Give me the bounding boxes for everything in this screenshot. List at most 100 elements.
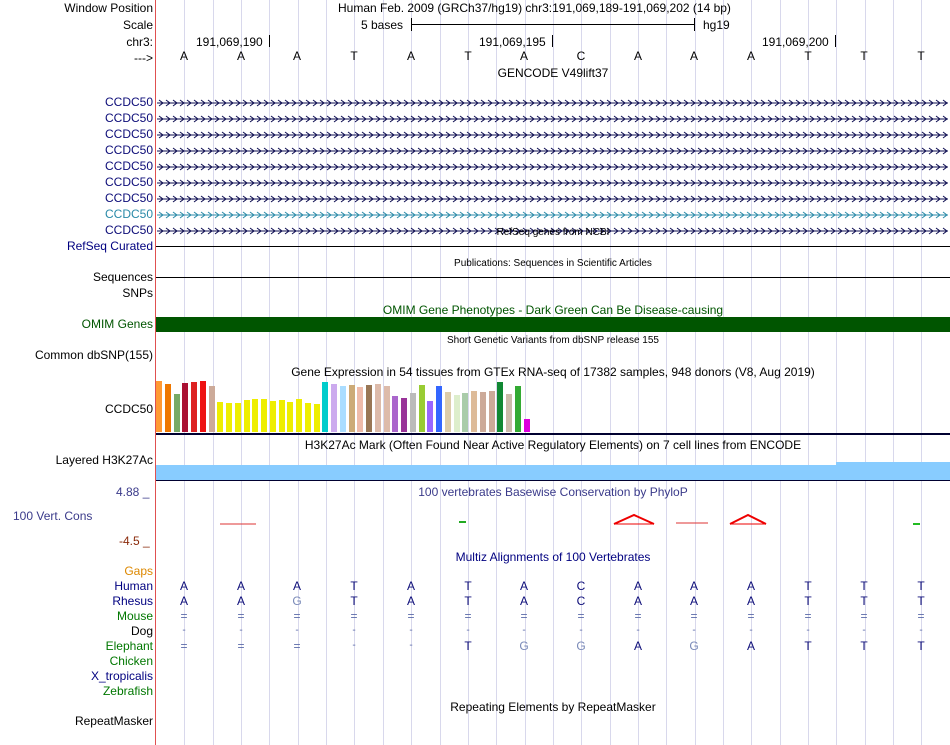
gencode-gene-label[interactable]: CCDC50 — [105, 159, 153, 173]
h3k27ac-track-label[interactable]: Layered H3K27Ac — [56, 453, 153, 467]
omim-track-label[interactable]: OMIM Genes — [82, 317, 153, 331]
multiz-base: A — [179, 579, 188, 593]
multiz-base: - — [522, 625, 526, 636]
gtex-tissue-bar[interactable] — [208, 386, 215, 432]
gtex-tissue-bar[interactable] — [173, 394, 180, 432]
gtex-tissue-bar[interactable] — [269, 401, 276, 432]
h3k27ac-signal[interactable] — [156, 465, 836, 480]
base-letter: A — [292, 49, 301, 63]
gtex-tissue-bar[interactable] — [313, 404, 320, 432]
gencode-transcript[interactable] — [157, 97, 948, 107]
gencode-gene-label[interactable]: CCDC50 — [105, 207, 153, 221]
gencode-gene-label[interactable]: CCDC50 — [105, 175, 153, 189]
gtex-tissue-bar[interactable] — [444, 392, 451, 432]
multiz-species-label[interactable]: Dog — [131, 624, 153, 638]
gtex-tissue-bar[interactable] — [339, 386, 346, 432]
gencode-transcript[interactable] — [157, 161, 948, 171]
multiz-base: A — [519, 594, 528, 608]
gtex-tissue-bar[interactable] — [278, 400, 285, 432]
gencode-transcript[interactable] — [157, 209, 948, 219]
gtex-tissue-bar[interactable] — [427, 401, 434, 432]
gtex-tissue-bar[interactable] — [156, 381, 162, 432]
gtex-tissue-bar[interactable] — [191, 382, 197, 432]
gencode-transcript[interactable] — [157, 145, 948, 155]
gtex-tissue-bar[interactable] — [243, 400, 250, 432]
multiz-base: T — [804, 579, 812, 593]
multiz-species-label[interactable]: X_tropicalis — [91, 669, 153, 683]
gencode-transcript[interactable] — [157, 177, 948, 187]
gtex-tissue-bar[interactable] — [409, 393, 416, 432]
gtex-tissue-bar[interactable] — [523, 419, 530, 432]
gtex-tissue-bar[interactable] — [488, 391, 495, 432]
gtex-tissue-bar[interactable] — [182, 383, 189, 432]
base-letter: A — [179, 49, 188, 63]
gencode-gene-label[interactable]: CCDC50 — [105, 143, 153, 157]
dbsnp-track-label[interactable]: Common dbSNP(155) — [35, 348, 153, 362]
gencode-gene-label[interactable]: CCDC50 — [105, 191, 153, 205]
scale-bar — [411, 24, 695, 25]
multiz-base: - — [806, 625, 810, 636]
gtex-tissue-bar[interactable] — [296, 399, 302, 432]
conservation-track-label[interactable]: 100 Vert. Cons — [13, 509, 92, 523]
h3k27ac-baseline — [156, 480, 950, 481]
gtex-tissue-bar[interactable] — [401, 398, 407, 432]
gencode-transcript[interactable] — [157, 129, 948, 139]
gtex-tissue-bar[interactable] — [374, 384, 381, 432]
gtex-tissue-bar[interactable] — [164, 384, 171, 432]
multiz-species-label[interactable]: Elephant — [106, 639, 153, 653]
gtex-tissue-bar[interactable] — [322, 382, 329, 432]
gencode-gene-label[interactable]: CCDC50 — [105, 111, 153, 125]
gtex-tissue-bar[interactable] — [331, 384, 337, 432]
repeatmasker-track-title: Repeating Elements by RepeatMasker — [450, 700, 656, 714]
gtex-tissue-bar[interactable] — [366, 385, 372, 432]
gtex-tissue-bar[interactable] — [514, 386, 521, 432]
multiz-species-label[interactable]: Human — [114, 579, 153, 593]
gtex-tissue-bar[interactable] — [261, 399, 267, 432]
gencode-gene-label[interactable]: CCDC50 — [105, 127, 153, 141]
conservation-plot[interactable] — [156, 508, 950, 530]
gtex-tissue-bar[interactable] — [506, 394, 512, 432]
publications-track-label[interactable]: Sequences — [93, 270, 153, 284]
refseq-track-line — [156, 246, 950, 247]
multiz-base: T — [464, 594, 472, 608]
multiz-species-label[interactable]: Zebrafish — [103, 684, 153, 698]
gencode-gene-label[interactable]: CCDC50 — [105, 95, 153, 109]
gtex-tissue-bar[interactable] — [348, 385, 355, 432]
gtex-tissue-bar[interactable] — [252, 399, 259, 432]
multiz-base: - — [409, 640, 413, 651]
gencode-gene-label[interactable]: CCDC50 — [105, 223, 153, 237]
h3k27ac-signal-peak[interactable] — [836, 462, 950, 480]
gtex-tissue-bar[interactable] — [418, 385, 425, 432]
gtex-tissue-bar[interactable] — [436, 386, 442, 432]
gtex-tissue-bar[interactable] — [383, 386, 390, 432]
repeatmasker-track-label[interactable]: RepeatMasker — [75, 714, 153, 728]
snps-track-label[interactable]: SNPs — [122, 286, 153, 300]
gtex-tissue-bar[interactable] — [287, 402, 294, 432]
gencode-track-title: GENCODE V49lift37 — [497, 66, 609, 80]
gtex-track-label[interactable]: CCDC50 — [105, 402, 153, 416]
multiz-base: - — [295, 625, 299, 636]
gtex-tissue-bar[interactable] — [479, 392, 486, 432]
multiz-species-label[interactable]: Gaps — [124, 564, 153, 578]
gtex-tissue-bar[interactable] — [226, 403, 232, 432]
gtex-tissue-bar[interactable] — [392, 396, 399, 432]
multiz-species-label[interactable]: Rhesus — [112, 594, 153, 608]
gtex-tissue-bar[interactable] — [462, 393, 469, 432]
gencode-transcript[interactable] — [157, 193, 948, 203]
multiz-species-label[interactable]: Mouse — [117, 609, 153, 623]
base-letter: A — [633, 49, 642, 63]
multiz-base: - — [919, 625, 923, 636]
gtex-tissue-bar[interactable] — [234, 403, 241, 432]
gtex-tissue-bar[interactable] — [357, 387, 364, 432]
gtex-tissue-bar[interactable] — [471, 391, 477, 432]
gtex-tissue-bar[interactable] — [217, 402, 224, 432]
multiz-species-label[interactable]: Chicken — [110, 654, 153, 668]
gtex-tissue-bar[interactable] — [199, 381, 206, 432]
gtex-tissue-bar[interactable] — [304, 403, 311, 432]
gtex-tissue-bar[interactable] — [453, 395, 460, 432]
gencode-transcript[interactable] — [157, 113, 948, 123]
gtex-tissue-bar[interactable] — [497, 382, 504, 432]
omim-track-bar[interactable] — [156, 317, 950, 332]
refseq-track-label[interactable]: RefSeq Curated — [67, 239, 153, 253]
multiz-base: A — [519, 579, 528, 593]
